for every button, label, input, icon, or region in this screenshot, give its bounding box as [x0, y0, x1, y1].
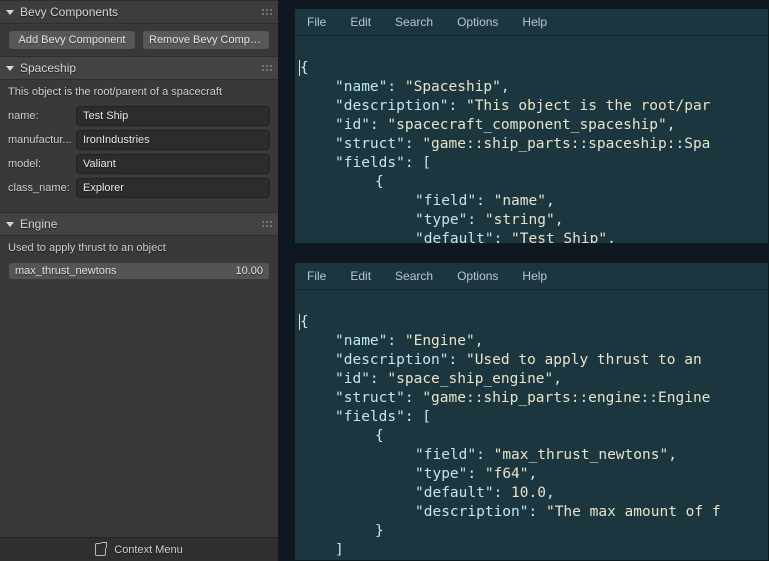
- context-menu-button[interactable]: Context Menu: [0, 537, 278, 561]
- menu-options[interactable]: Options: [445, 265, 510, 287]
- menu-help[interactable]: Help: [510, 265, 559, 287]
- json-struct: game::ship_parts::spaceship::Spa: [431, 136, 710, 152]
- class-name-input[interactable]: [76, 178, 270, 198]
- field-row-model: model:: [8, 154, 270, 174]
- json-id: space_ship_engine: [396, 371, 544, 387]
- manufacturer-input[interactable]: [76, 130, 270, 150]
- section-description: This object is the root/parent of a spac…: [8, 86, 270, 98]
- section-body-engine: Used to apply thrust to an object max_th…: [0, 236, 278, 290]
- json-description: Used to apply thrust to an: [475, 352, 702, 368]
- menu-edit[interactable]: Edit: [338, 11, 383, 33]
- json-id: spacecraft_component_spaceship: [396, 117, 658, 133]
- max-thrust-newtons-slider[interactable]: max_thrust_newtons 10.00: [8, 262, 270, 280]
- field-row-name: name:: [8, 106, 270, 126]
- section-body-spaceship: This object is the root/parent of a spac…: [0, 80, 278, 212]
- json-field-default: Test Ship: [520, 231, 599, 243]
- json-field-name: name: [502, 193, 537, 209]
- field-row-class-name: class_name:: [8, 178, 270, 198]
- json-field-default: 10.0: [511, 485, 546, 501]
- field-label: class_name:: [8, 182, 76, 194]
- code-text-area[interactable]: {"name": "Engine","description": "Used t…: [295, 290, 768, 560]
- json-name: Spaceship: [414, 79, 493, 95]
- menu-file[interactable]: File: [295, 265, 338, 287]
- json-field-name: max_thrust_newtons: [502, 447, 659, 463]
- json-description: This object is the root/par: [475, 98, 711, 114]
- numeric-value: 10.00: [235, 265, 263, 277]
- code-editor-engine: File Edit Search Options Help {"name": "…: [294, 262, 769, 561]
- panel-header-bevy-components[interactable]: Bevy Components: [0, 0, 278, 24]
- panel-title: Bevy Components: [20, 5, 262, 19]
- field-label: manufactur...: [8, 134, 76, 146]
- menu-edit[interactable]: Edit: [338, 265, 383, 287]
- code-editor-menubar: File Edit Search Options Help: [295, 9, 768, 36]
- menu-search[interactable]: Search: [383, 11, 445, 33]
- context-menu-label: Context Menu: [114, 544, 182, 556]
- add-bevy-component-button[interactable]: Add Bevy Component: [8, 30, 136, 50]
- json-name: Engine: [414, 333, 466, 349]
- menu-file[interactable]: File: [295, 11, 338, 33]
- section-header-spaceship[interactable]: Spaceship: [0, 56, 278, 80]
- component-button-row: Add Bevy Component Remove Bevy Compon...: [0, 24, 278, 56]
- code-editor-spaceship: File Edit Search Options Help {"name": "…: [294, 8, 769, 244]
- context-menu-icon: [95, 543, 106, 556]
- numeric-label: max_thrust_newtons: [15, 265, 235, 277]
- properties-panel: Bevy Components Add Bevy Component Remov…: [0, 0, 278, 561]
- panel-empty-space: [0, 290, 278, 537]
- model-input[interactable]: [76, 154, 270, 174]
- json-field-description: The max amount of f: [555, 504, 721, 520]
- drag-handle-icon[interactable]: [262, 65, 272, 71]
- code-editor-menubar: File Edit Search Options Help: [295, 263, 768, 290]
- field-label: name:: [8, 110, 76, 122]
- menu-help[interactable]: Help: [510, 11, 559, 33]
- json-field-type: string: [494, 212, 546, 228]
- drag-handle-icon[interactable]: [262, 9, 272, 15]
- section-description: Used to apply thrust to an object: [8, 242, 270, 254]
- menu-options[interactable]: Options: [445, 11, 510, 33]
- json-field-type: f64: [494, 466, 520, 482]
- chevron-down-icon: [6, 66, 14, 71]
- remove-bevy-component-button[interactable]: Remove Bevy Compon...: [142, 30, 270, 50]
- menu-search[interactable]: Search: [383, 265, 445, 287]
- name-input[interactable]: [76, 106, 270, 126]
- section-title: Engine: [20, 217, 262, 231]
- section-title: Spaceship: [20, 61, 262, 75]
- code-text-area[interactable]: {"name": "Spaceship","description": "Thi…: [295, 36, 768, 243]
- right-side: File Edit Search Options Help {"name": "…: [278, 0, 769, 561]
- chevron-down-icon: [6, 10, 14, 15]
- field-label: model:: [8, 158, 76, 170]
- chevron-down-icon: [6, 222, 14, 227]
- json-struct: game::ship_parts::engine::Engine: [431, 390, 710, 406]
- section-header-engine[interactable]: Engine: [0, 212, 278, 236]
- field-row-manufacturer: manufactur...: [8, 130, 270, 150]
- drag-handle-icon[interactable]: [262, 221, 272, 227]
